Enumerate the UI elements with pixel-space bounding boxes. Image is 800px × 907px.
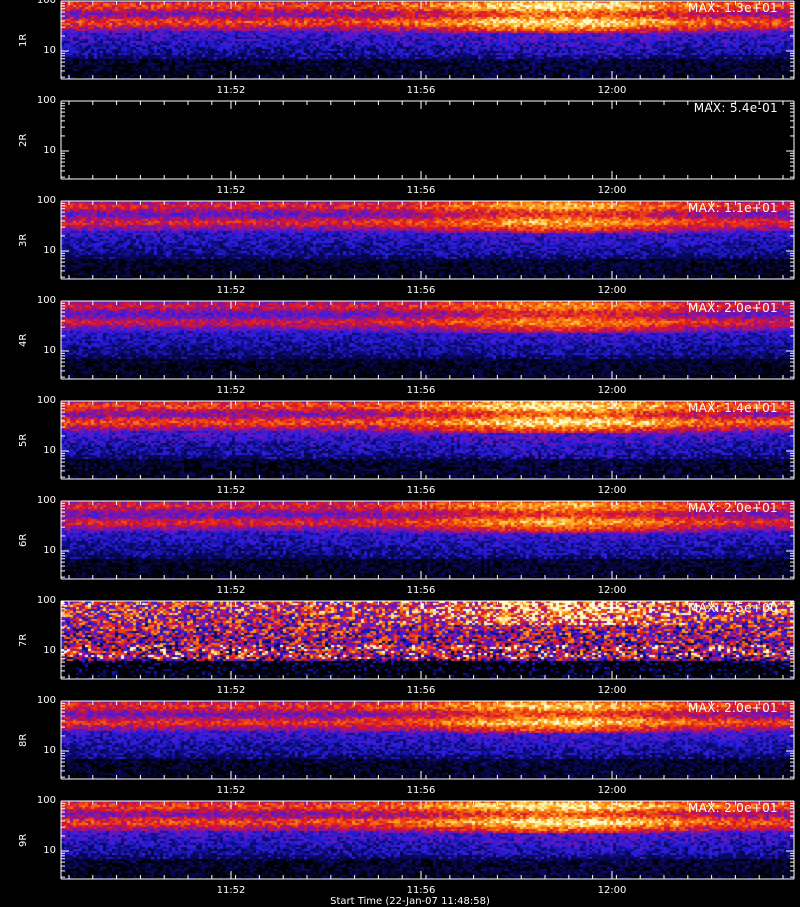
x-axis-title: Start Time (22-Jan-07 11:48:58) xyxy=(330,896,490,907)
spectrogram-panel-8R: 8R 100 10 11:52 11:56 12:00 MAX: 2.0e+01 xyxy=(0,695,800,799)
axis-frame xyxy=(60,800,795,880)
axis-frame xyxy=(60,700,795,780)
y-tick-label: 10 xyxy=(43,445,56,456)
y-tick-label: 10 xyxy=(43,545,56,556)
x-tick-label: 11:52 xyxy=(216,785,246,796)
max-value-label: MAX: 1.4e+01 xyxy=(687,401,778,415)
spectrogram-panel-2R: 2R 100 10 11:52 11:56 12:00 MAX: 5.4e-01 xyxy=(0,95,800,199)
x-tick-label: 11:56 xyxy=(406,185,436,196)
spectrogram-panel-5R: 5R 100 10 11:52 11:56 12:00 MAX: 1.4e+01 xyxy=(0,395,800,499)
y-tick-label: 100 xyxy=(36,695,56,706)
y-tick-label: 10 xyxy=(43,845,56,856)
y-tick-label: 10 xyxy=(43,745,56,756)
x-tick-label: 11:52 xyxy=(216,385,246,396)
y-tick-label: 100 xyxy=(36,795,56,806)
axis-frame xyxy=(60,400,795,480)
x-tick-label: 12:00 xyxy=(597,385,627,396)
max-value-label: MAX: 1.3e+01 xyxy=(687,1,778,15)
x-tick-label: 11:52 xyxy=(216,585,246,596)
y-tick-label: 10 xyxy=(43,145,56,156)
y-tick-label: 100 xyxy=(36,95,56,106)
max-value-label: MAX: 2.0e+01 xyxy=(687,801,778,815)
x-tick-label: 12:00 xyxy=(597,185,627,196)
max-value-label: MAX: 2.5e+00 xyxy=(687,601,778,615)
y-axis-label: 4R xyxy=(18,333,29,347)
x-tick-label: 11:52 xyxy=(216,85,246,96)
x-tick-label: 11:52 xyxy=(216,285,246,296)
y-tick-label: 100 xyxy=(36,595,56,606)
y-axis-label: 3R xyxy=(18,233,29,247)
x-tick-label: 12:00 xyxy=(597,85,627,96)
x-tick-label: 11:52 xyxy=(216,185,246,196)
x-tick-label: 12:00 xyxy=(597,285,627,296)
axis-frame xyxy=(60,300,795,380)
y-axis-label: 7R xyxy=(18,633,29,647)
spectrogram-panel-4R: 4R 100 10 11:52 11:56 12:00 MAX: 2.0e+01 xyxy=(0,295,800,399)
max-value-label: MAX: 2.0e+01 xyxy=(687,701,778,715)
x-tick-label: 11:52 xyxy=(216,885,246,896)
y-tick-label: 100 xyxy=(36,495,56,506)
y-tick-label: 10 xyxy=(43,45,56,56)
y-tick-label: 100 xyxy=(36,195,56,206)
x-tick-label: 12:00 xyxy=(597,585,627,596)
axis-frame xyxy=(60,600,795,680)
x-tick-label: 11:56 xyxy=(406,885,436,896)
y-tick-label: 100 xyxy=(36,295,56,306)
y-axis-label: 1R xyxy=(18,33,29,47)
max-value-label: MAX: 5.4e-01 xyxy=(693,101,778,115)
axis-frame xyxy=(60,100,795,180)
x-tick-label: 11:56 xyxy=(406,85,436,96)
y-tick-label: 10 xyxy=(43,245,56,256)
y-axis-label: 6R xyxy=(18,533,29,547)
x-tick-label: 12:00 xyxy=(597,785,627,796)
y-tick-label: 10 xyxy=(43,645,56,656)
max-value-label: MAX: 2.0e+01 xyxy=(687,501,778,515)
y-tick-label: 10 xyxy=(43,345,56,356)
spectrogram-panel-3R: 3R 100 10 11:52 11:56 12:00 MAX: 1.1e+01 xyxy=(0,195,800,299)
y-axis-label: 5R xyxy=(18,433,29,447)
x-tick-label: 11:56 xyxy=(406,685,436,696)
x-tick-label: 12:00 xyxy=(597,685,627,696)
spectrogram-panel-6R: 6R 100 10 11:52 11:56 12:00 MAX: 2.0e+01 xyxy=(0,495,800,599)
x-tick-label: 11:52 xyxy=(216,485,246,496)
y-axis-label: 9R xyxy=(18,833,29,847)
y-tick-label: 100 xyxy=(36,395,56,406)
x-tick-label: 11:56 xyxy=(406,285,436,296)
x-tick-label: 11:56 xyxy=(406,485,436,496)
max-value-label: MAX: 1.1e+01 xyxy=(687,201,778,215)
x-tick-label: 11:56 xyxy=(406,385,436,396)
axis-frame xyxy=(60,500,795,580)
spectrogram-stack: 1R 100 10 11:52 11:56 12:00 MAX: 1.3e+01 2R 100 1… xyxy=(0,0,800,900)
y-axis-label: 2R xyxy=(18,133,29,147)
x-tick-label: 11:56 xyxy=(406,585,436,596)
spectrogram-panel-7R: 7R 100 10 11:52 11:56 12:00 MAX: 2.5e+00 xyxy=(0,595,800,699)
spectrogram-panel-1R: 1R 100 10 11:52 11:56 12:00 MAX: 1.3e+01 xyxy=(0,0,800,99)
y-axis-label: 8R xyxy=(18,733,29,747)
x-tick-label: 11:56 xyxy=(406,785,436,796)
y-tick-label: 100 xyxy=(36,0,56,6)
spectrogram-panel-9R: 9R 100 10 11:52 11:56 12:00 MAX: 2.0e+01 xyxy=(0,795,800,899)
axis-frame xyxy=(60,200,795,280)
x-tick-label: 11:52 xyxy=(216,685,246,696)
x-tick-label: 12:00 xyxy=(597,485,627,496)
max-value-label: MAX: 2.0e+01 xyxy=(687,301,778,315)
x-tick-label: 12:00 xyxy=(597,885,627,896)
